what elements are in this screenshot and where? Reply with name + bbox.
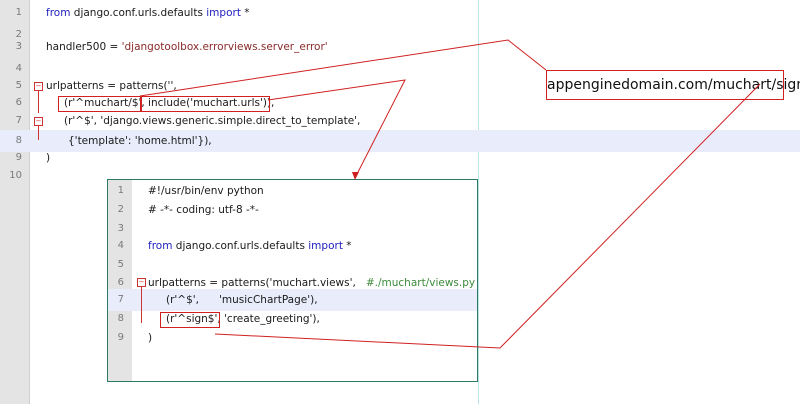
path-comment: #./muchart/views.py — [355, 277, 476, 289]
fold-toggle-icon[interactable]: − — [137, 278, 146, 287]
code-line[interactable]: 3 handler500 = 'djangotoolbox.errorviews… — [0, 36, 800, 58]
urlpatterns-assignment: urlpatterns = patterns('muchart.views', — [148, 277, 356, 289]
keyword-from: from — [46, 7, 71, 19]
inset-code-editor[interactable]: 1 #!/usr/bin/env python 2 # -*- coding: … — [107, 179, 478, 382]
line-number: 1 — [15, 7, 22, 18]
keyword-from: from — [148, 240, 173, 252]
line-number: 3 — [15, 41, 22, 52]
code-line[interactable]: 1 from django.conf.urls.defaults import … — [0, 2, 800, 24]
import-star: * — [240, 7, 250, 19]
url-callout-box: appenginedomain.com/muchart/sign — [546, 70, 800, 100]
handler-string: 'djangotoolbox.errorviews.server_error' — [121, 41, 328, 53]
line-number: 7 — [15, 115, 22, 126]
fold-range-line — [141, 287, 142, 323]
keyword-import: import — [308, 240, 343, 252]
fold-toggle-icon[interactable]: − — [34, 82, 43, 91]
handler-assignment: handler500 = — [46, 41, 122, 53]
highlight-box-muchart-pattern — [58, 96, 142, 112]
import-star: * — [342, 240, 352, 252]
line-number: 9 — [117, 332, 124, 343]
code-text: (r'^$', 'django.views.generic.simple.dir… — [64, 115, 361, 127]
fold-range-line — [38, 126, 39, 140]
module-path: django.conf.urls.defaults — [172, 240, 309, 252]
fold-range-line — [38, 91, 39, 113]
code-line[interactable]: 7 (r'^$', 'django.views.generic.simple.d… — [0, 110, 800, 132]
highlight-box-include — [140, 96, 270, 112]
code-text: from django.conf.urls.defaults import * — [46, 2, 250, 24]
line-number: 10 — [9, 170, 22, 181]
fold-toggle-icon[interactable]: − — [34, 117, 43, 126]
code-text: handler500 = 'djangotoolbox.errorviews.s… — [46, 36, 328, 58]
highlight-box-sign-pattern — [160, 312, 220, 328]
keyword-import: import — [206, 7, 241, 19]
code-text: ) — [148, 332, 153, 344]
module-path: django.conf.urls.defaults — [70, 7, 207, 19]
inset-code-line[interactable]: 9 ) — [108, 327, 477, 349]
